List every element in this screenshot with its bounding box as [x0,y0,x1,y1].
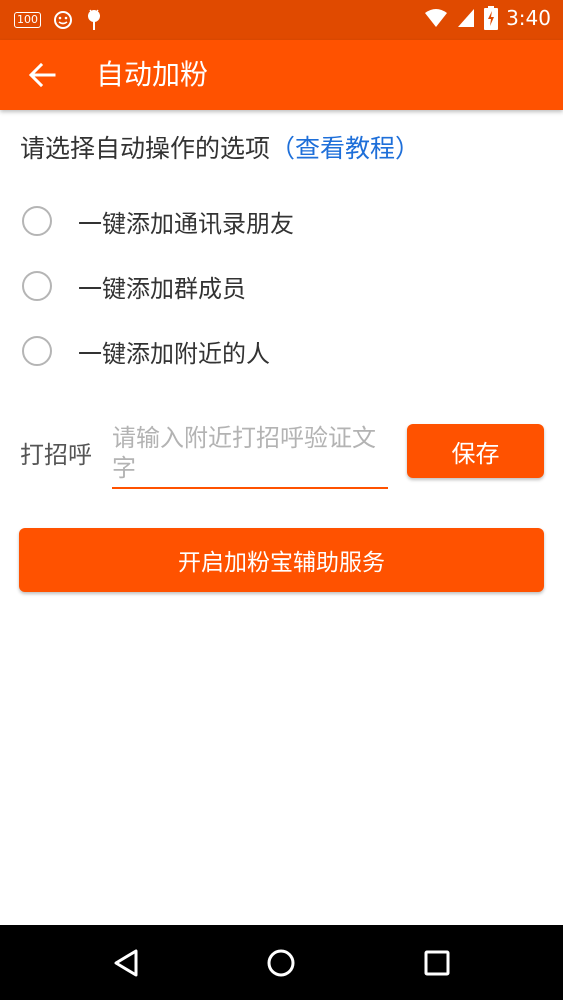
radio-button[interactable] [22,206,52,236]
status-bar: 100 3:40 [0,0,563,40]
radio-button[interactable] [22,336,52,366]
option-label: 一键添加附近的人 [78,339,270,368]
signal-icon [458,9,475,27]
app-bar: 自动加粉 [0,40,563,110]
smiley-icon [54,11,72,29]
radio-button[interactable] [22,271,52,301]
greeting-input[interactable] [112,421,388,489]
greeting-label: 打招呼 [20,441,92,469]
recents-square-icon[interactable] [417,943,457,983]
android-icon [88,9,100,30]
wifi-icon [425,9,448,27]
save-button[interactable]: 保存 [407,424,544,478]
enable-service-button[interactable]: 开启加粉宝辅助服务 [19,528,544,592]
battery-charging-icon [484,6,499,30]
option-label: 一键添加通讯录朋友 [78,209,294,238]
status-left-icons: 100 [14,8,103,32]
home-circle-icon[interactable] [261,943,301,983]
back-triangle-icon[interactable] [106,943,146,983]
status-time: 3:40 [506,6,551,30]
navigation-bar [0,925,563,1000]
prompt-text: 请选择自动操作的选项 [20,134,271,163]
option-add-contacts[interactable]: 一键添加通讯录朋友 [22,201,294,241]
status-right-icons: 3:40 [424,6,551,30]
battery-badge-icon: 100 [14,12,41,28]
options-prompt: 请选择自动操作的选项（查看教程） [20,131,420,167]
tutorial-link[interactable]: （查看教程） [270,134,420,163]
arrow-back-icon[interactable] [26,59,58,91]
page-title: 自动加粉 [96,58,209,91]
option-add-group-members[interactable]: 一键添加群成员 [22,266,246,306]
option-add-nearby-people[interactable]: 一键添加附近的人 [22,331,270,371]
option-label: 一键添加群成员 [78,274,246,303]
